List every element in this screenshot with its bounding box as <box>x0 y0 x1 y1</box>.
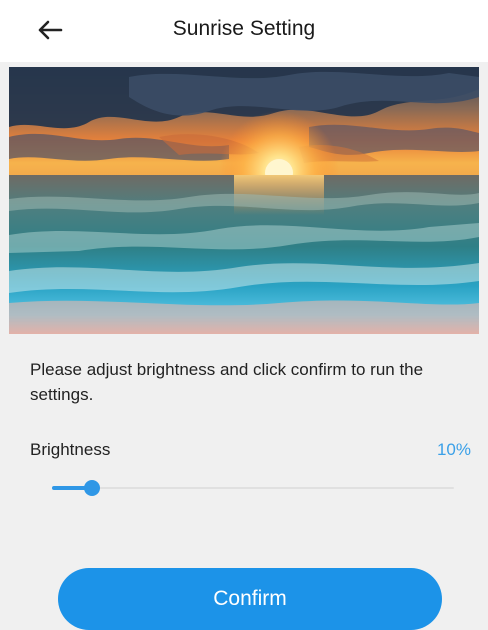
instruction-text: Please adjust brightness and click confi… <box>30 360 424 404</box>
brightness-value: 10% <box>436 440 471 459</box>
brightness-label: Brightness <box>30 440 111 459</box>
brightness-slider[interactable] <box>52 476 454 500</box>
page-title: Sunrise Setting <box>172 17 316 40</box>
confirm-button[interactable]: Confirm <box>58 568 442 630</box>
slider-track <box>52 487 454 489</box>
top-bar: Sunrise Setting <box>0 0 488 62</box>
sunrise-image <box>9 67 479 334</box>
slider-thumb[interactable] <box>84 480 101 496</box>
